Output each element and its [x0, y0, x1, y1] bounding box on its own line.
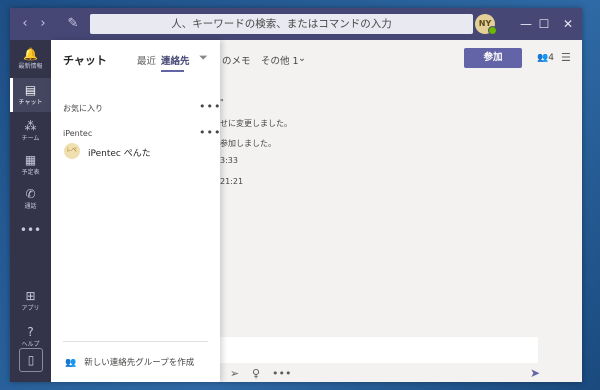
more-icon: •••	[19, 223, 42, 237]
praise-icon[interactable]: ♀	[252, 367, 260, 380]
filter-icon[interactable]: ⏷	[199, 51, 208, 65]
join-button[interactable]: 参加	[464, 48, 522, 68]
calendar-icon: ▦	[24, 153, 37, 167]
favorites-header: お気に入り	[63, 104, 103, 113]
tab-contacts[interactable]: 連絡先	[161, 53, 190, 67]
group-header: iPentec	[63, 129, 93, 138]
divider	[63, 341, 208, 342]
app-rail: 🔔 最新情報 ▤ チャット ⁂ チーム ▦ 予定表 ✆ 通話 ••• ⊞ アプリ…	[10, 40, 51, 382]
rail-item-activity[interactable]: 🔔 最新情報	[10, 42, 51, 76]
rail-item-calls[interactable]: ✆ 通話	[10, 182, 51, 216]
bell-icon: 🔔	[23, 47, 38, 61]
chevron-down-icon: ⌄	[298, 53, 306, 64]
participants-icon[interactable]: 👥4	[537, 53, 554, 63]
compose-icon[interactable]: ✎	[62, 8, 84, 40]
list-icon[interactable]: ☰	[561, 51, 571, 64]
rail-item-label: 最新情報	[18, 63, 43, 70]
message-line: 3:33	[220, 156, 238, 165]
rail-item-label: チャット	[18, 99, 43, 106]
new-contact-group-button[interactable]: 👥 新しい連絡先グループを作成	[65, 356, 194, 368]
group-more-button[interactable]: •••	[199, 126, 221, 139]
rail-item-apps[interactable]: ⊞ アプリ	[10, 284, 51, 318]
rail-item-teams[interactable]: ⁂ チーム	[10, 114, 51, 148]
more-options-icon[interactable]: •••	[272, 367, 291, 380]
rail-item-label: アプリ	[21, 305, 40, 312]
sticker-icon[interactable]: ➢	[230, 367, 239, 380]
tab-more[interactable]: その他 1	[261, 53, 299, 67]
rail-item-label: 通話	[24, 203, 37, 210]
rail-item-calendar[interactable]: ▦ 予定表	[10, 148, 51, 182]
apps-icon: ⊞	[25, 289, 36, 303]
compose-box[interactable]	[220, 337, 538, 363]
search-input[interactable]: 人、キーワードの検索、またはコマンドの入力	[90, 14, 473, 34]
participants-count: 4	[548, 53, 554, 63]
contact-avatar: i-ペ	[64, 143, 80, 159]
message-line: 21:21	[220, 177, 244, 186]
mobile-device-icon[interactable]: ▯	[19, 348, 43, 372]
title-bar: ‹ › ✎ 人、キーワードの検索、またはコマンドの入力 NY — ☐ ✕	[10, 8, 582, 40]
contact-name: iPentec ぺんた	[88, 149, 151, 159]
message-line: 参加しました。	[220, 139, 276, 148]
rail-item-label: 予定表	[21, 169, 40, 176]
rail-item-more[interactable]: •••	[10, 218, 51, 252]
forward-icon[interactable]: ›	[32, 8, 54, 40]
teams-window: ‹ › ✎ 人、キーワードの検索、またはコマンドの入力 NY — ☐ ✕ 🔔 最…	[10, 8, 582, 382]
chat-panel: チャット 最近 連絡先 ⏷ お気に入り ••• iPentec ••• i-ペ …	[51, 40, 220, 382]
send-icon[interactable]: ➤	[530, 366, 540, 380]
rail-item-label: チーム	[21, 135, 40, 142]
help-icon: ?	[27, 325, 34, 339]
panel-title: チャット	[63, 54, 107, 67]
avatar[interactable]: NY	[475, 14, 497, 35]
close-button[interactable]: ✕	[554, 8, 582, 40]
active-tab-indicator	[161, 70, 184, 72]
tab-recent[interactable]: 最近	[137, 53, 156, 67]
add-group-icon: 👥	[65, 358, 77, 368]
teams-icon: ⁂	[24, 119, 37, 133]
main-content: のメモ その他 1 ⌄ 参加 👥4 ☰ " せに変更しました。 参加しました。 …	[220, 40, 582, 382]
chat-icon: ▤	[24, 83, 37, 97]
rail-item-chat[interactable]: ▤ チャット	[10, 78, 51, 112]
presence-dot	[488, 26, 497, 35]
favorites-more-button[interactable]: •••	[199, 100, 221, 113]
tab-notes[interactable]: のメモ	[222, 53, 251, 67]
phone-icon: ✆	[25, 187, 36, 201]
message-line: せに変更しました。	[220, 119, 292, 128]
new-group-label: 新しい連絡先グループを作成	[84, 358, 195, 368]
